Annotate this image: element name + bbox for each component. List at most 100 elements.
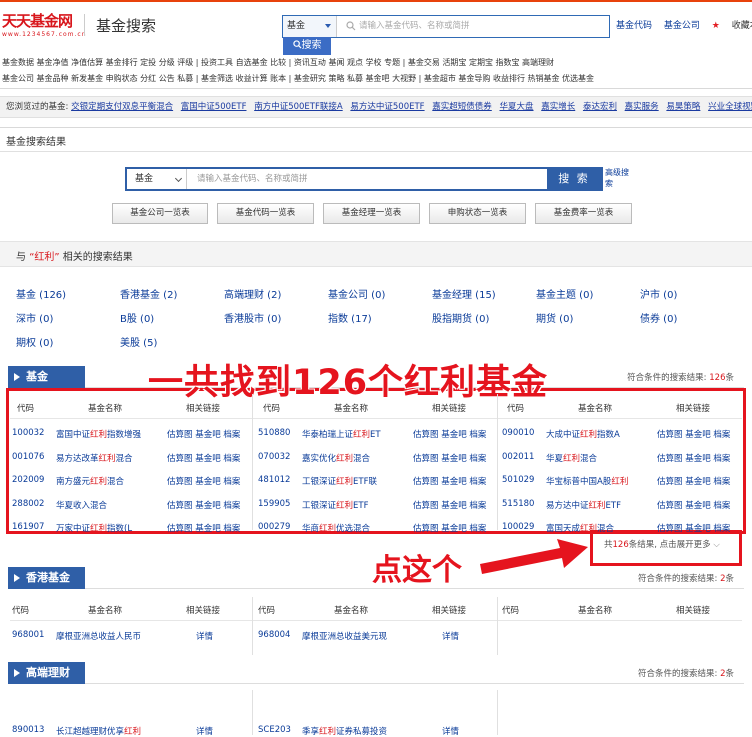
fund-code-link[interactable]: 202009 <box>12 475 44 485</box>
category-us-stock[interactable]: 美股 (5) <box>120 334 157 349</box>
high-end-section-tab[interactable]: 高端理财 <box>8 662 85 684</box>
recent-fund-link[interactable]: 华夏大盘 <box>500 102 534 112</box>
fund-code-link[interactable]: SCE203 <box>258 725 291 735</box>
fund-code-link[interactable]: 510880 <box>258 428 290 438</box>
quick-button-managers[interactable]: 基金经理一览表 <box>323 203 420 224</box>
recent-fund-link[interactable]: 富国中证500ETF <box>181 102 247 112</box>
category-high-end[interactable]: 高端理财 (2) <box>224 286 281 301</box>
recent-fund-link[interactable]: 嘉实增长 <box>541 102 575 112</box>
nav-row-1[interactable]: 基金数据 基金净值 净值估算 基金排行 定投 分级 评级 | 投资工具 自选基金… <box>2 57 554 68</box>
fund-code-link[interactable]: 161907 <box>12 522 44 532</box>
fund-name-link[interactable]: 万家中证红利指数(L <box>56 522 166 534</box>
fund-code-link[interactable]: 501029 <box>502 475 534 485</box>
recent-fund-link[interactable]: 南方中证500ETF联接A <box>254 102 343 112</box>
fund-code-link[interactable]: 968001 <box>12 630 44 640</box>
recent-fund-link[interactable]: 泰达宏利 <box>583 102 617 112</box>
fund-related-links[interactable]: 估算图 基金吧 档案 <box>657 475 730 487</box>
category-bonds[interactable]: 债券 (0) <box>640 310 677 325</box>
fund-code-link[interactable]: 968004 <box>258 630 290 640</box>
category-fund[interactable]: 基金 (126) <box>16 286 66 301</box>
fund-name-link[interactable]: 南方盛元红利混合 <box>56 475 166 487</box>
fund-code-link[interactable]: 070032 <box>258 452 290 462</box>
fund-name-link[interactable]: 华夏收入混合 <box>56 499 166 511</box>
fund-code-link[interactable]: 515180 <box>502 499 534 509</box>
main-search-type-select[interactable]: 基金 <box>127 169 187 189</box>
fund-detail-link[interactable]: 详情 <box>442 630 459 642</box>
category-sh-market[interactable]: 沪市 (0) <box>640 286 677 301</box>
fund-related-links[interactable]: 估算图 基金吧 档案 <box>167 499 240 511</box>
fund-related-links[interactable]: 估算图 基金吧 档案 <box>657 428 730 440</box>
fund-code-link[interactable]: 481012 <box>258 475 290 485</box>
logo[interactable]: 天天基金网 www.1234567.com.cn <box>2 10 86 38</box>
fund-related-links[interactable]: 估算图 基金吧 档案 <box>657 452 730 464</box>
quick-button-codes[interactable]: 基金代码一览表 <box>217 203 314 224</box>
fund-related-links[interactable]: 估算图 基金吧 档案 <box>657 499 730 511</box>
fund-detail-link[interactable]: 详情 <box>196 725 213 737</box>
fund-related-links[interactable]: 估算图 基金吧 档案 <box>167 452 240 464</box>
category-hk-fund[interactable]: 香港基金 (2) <box>120 286 177 301</box>
fund-name-link[interactable]: 富国天成红利混合 <box>546 522 656 534</box>
category-fund-company[interactable]: 基金公司 (0) <box>328 286 385 301</box>
fund-name-link[interactable]: 长江超越理财优享红利 <box>56 725 141 737</box>
fund-related-links[interactable]: 估算图 基金吧 档案 <box>167 522 240 534</box>
category-index-futures[interactable]: 股指期货 (0) <box>432 310 489 325</box>
category-b-share[interactable]: B股 (0) <box>120 310 154 325</box>
fund-name-link[interactable]: 易方达中证红利ETF <box>546 499 656 511</box>
fund-name-link[interactable]: 华夏红利混合 <box>546 452 656 464</box>
recent-fund-link[interactable]: 易方达中证500ETF <box>350 102 424 112</box>
fund-code-link[interactable]: 288002 <box>12 499 44 509</box>
quick-button-purchase-status[interactable]: 申购状态一览表 <box>429 203 526 224</box>
fund-related-links[interactable]: 估算图 基金吧 档案 <box>413 428 486 440</box>
fund-name-link[interactable]: 工银深证红利ETF <box>302 499 412 511</box>
fund-related-links[interactable]: 估算图 基金吧 档案 <box>167 428 240 440</box>
fund-related-links[interactable]: 估算图 基金吧 档案 <box>167 475 240 487</box>
category-options[interactable]: 期权 (0) <box>16 334 53 349</box>
quick-button-fees[interactable]: 基金费率一览表 <box>535 203 632 224</box>
fund-code-link[interactable]: 890013 <box>12 725 44 735</box>
link-fund-code[interactable]: 基金代码 <box>616 21 652 31</box>
link-fund-company[interactable]: 基金公司 <box>664 21 700 31</box>
fund-code-link[interactable]: 090010 <box>502 428 534 438</box>
fund-name-link[interactable]: 易方达改革红利混合 <box>56 452 166 464</box>
fund-name-link[interactable]: 季享红利证券私募投资 <box>302 725 387 737</box>
category-index[interactable]: 指数 (17) <box>328 310 372 325</box>
hk-section-tab[interactable]: 香港基金 <box>8 567 85 589</box>
fund-code-link[interactable]: 159905 <box>258 499 290 509</box>
fund-related-links[interactable]: 估算图 基金吧 档案 <box>413 522 486 534</box>
nav-row-2[interactable]: 基金公司 基金品种 新发基金 申购状态 分红 公告 私募 | 基金筛选 收益计算… <box>2 73 594 84</box>
fund-code-link[interactable]: 002011 <box>502 452 534 462</box>
fund-related-links[interactable]: 估算图 基金吧 档案 <box>413 452 486 464</box>
header-search-input[interactable]: 请输入基金代码、名称或简拼 <box>359 16 470 37</box>
fund-name-link[interactable]: 大成中证红利指数A <box>546 428 656 440</box>
fund-related-links[interactable]: 估算图 基金吧 档案 <box>657 522 730 534</box>
header-search-button[interactable]: 搜索 <box>283 37 331 55</box>
recent-fund-link[interactable]: 易昊策略 <box>666 102 700 112</box>
fund-section-tab[interactable]: 基金 <box>8 366 85 388</box>
main-search-input[interactable]: 请输入基金代码、名称或简拼 <box>197 169 308 189</box>
category-fund-manager[interactable]: 基金经理 (15) <box>432 286 496 301</box>
fund-name-link[interactable]: 华泰柏瑞上证红利ET <box>302 428 412 440</box>
fund-name-link[interactable]: 华商红利优选混合 <box>302 522 412 534</box>
fund-related-links[interactable]: 估算图 基金吧 档案 <box>413 499 486 511</box>
fund-related-links[interactable]: 估算图 基金吧 档案 <box>413 475 486 487</box>
link-bookmark[interactable]: 收藏本站 <box>732 21 752 31</box>
fund-code-link[interactable]: 000279 <box>258 522 290 532</box>
fund-name-link[interactable]: 摩根亚洲总收益人民币 <box>56 630 141 642</box>
fund-code-link[interactable]: 001076 <box>12 452 44 462</box>
recent-fund-link[interactable]: 交银定期支付双息平衡混合 <box>71 102 173 112</box>
main-search-button[interactable]: 搜 索 <box>547 169 601 189</box>
recent-fund-link[interactable]: 嘉实超短债债券 <box>432 102 492 112</box>
category-hk-stock[interactable]: 香港股市 (0) <box>224 310 281 325</box>
fund-name-link[interactable]: 摩根亚洲总收益美元现 <box>302 630 387 642</box>
header-search-type-select[interactable]: 基金 <box>283 16 337 37</box>
advanced-search-link[interactable]: 高级搜索 <box>605 167 629 189</box>
category-futures[interactable]: 期货 (0) <box>536 310 573 325</box>
fund-detail-link[interactable]: 详情 <box>442 725 459 737</box>
fund-name-link[interactable]: 嘉实优化红利混合 <box>302 452 412 464</box>
fund-name-link[interactable]: 华宝标普中国A股红利 <box>546 475 656 487</box>
category-sz-market[interactable]: 深市 (0) <box>16 310 53 325</box>
recent-fund-link[interactable]: 嘉实服务 <box>625 102 659 112</box>
fund-code-link[interactable]: 100029 <box>502 522 534 532</box>
fund-name-link[interactable]: 工银深证红利ETF联 <box>302 475 412 487</box>
recent-fund-link[interactable]: 兴业全球视野 <box>708 102 752 112</box>
